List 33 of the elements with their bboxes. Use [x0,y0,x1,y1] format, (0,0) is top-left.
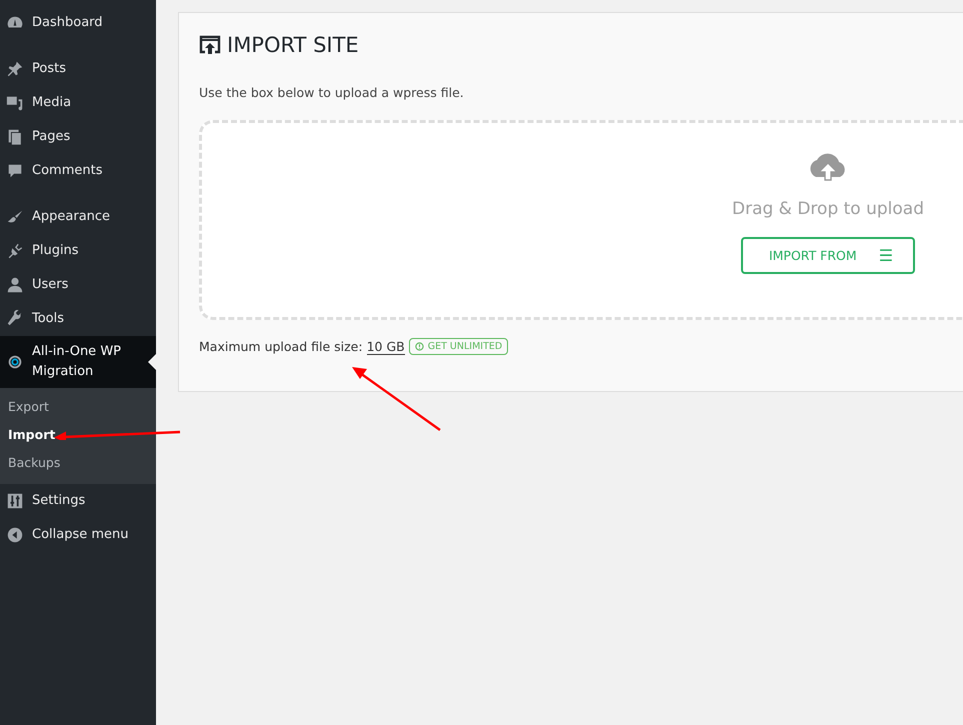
max-size-value: 10 GB [366,338,405,354]
plug-icon [6,242,24,260]
sidebar-item[interactable]: Plugins [0,234,156,268]
user-icon [6,276,24,294]
wrench-icon [6,310,24,328]
menu-pointer [148,354,156,370]
sidebar-item[interactable]: Media [0,86,156,120]
sidebar-item[interactable]: Collapse menu [0,518,156,552]
alert-icon [414,342,424,351]
sidebar-item[interactable]: Posts [0,52,156,86]
submenu-item[interactable]: Import [0,422,156,450]
submenu-item[interactable]: Export [0,394,156,422]
circular-arrows-icon [6,353,24,371]
import-icon [199,35,221,55]
sidebar-item[interactable]: Users [0,268,156,302]
sidebar-item[interactable]: Dashboard [0,6,156,40]
speech-bubble-icon [6,162,24,180]
sidebar-item[interactable]: Pages [0,120,156,154]
drop-hint: Drag & Drop to upload [732,199,924,219]
panel-title: IMPORT SITE [227,33,359,57]
sidebar-item[interactable]: Settings [0,484,156,518]
media-icon [6,94,24,112]
sidebar-item[interactable]: Appearance [0,200,156,234]
pin-icon [6,60,24,78]
pages-icon [6,128,24,146]
collapse-icon [6,526,24,544]
submenu-item[interactable]: Backups [0,450,156,478]
max-size-label: Maximum upload file size: [199,339,363,354]
sidebar-item[interactable]: All-in-One WP Migration [0,336,156,388]
sidebar-item[interactable]: Tools [0,302,156,336]
description: Use the box below to upload a wpress file. [199,85,465,100]
sliders-icon [6,492,24,510]
sidebar-item[interactable]: Comments [0,154,156,188]
